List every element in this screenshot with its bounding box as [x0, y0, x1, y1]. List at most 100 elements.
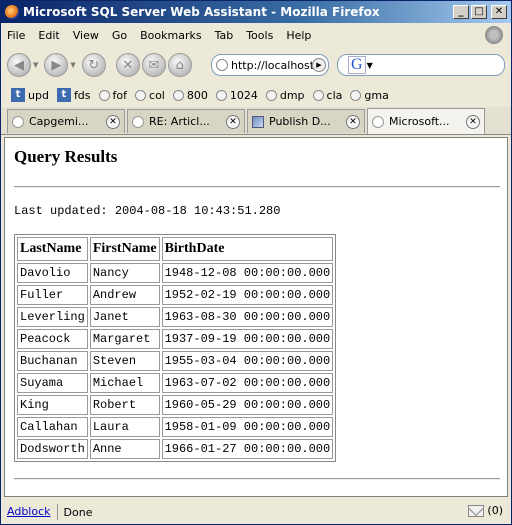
menu-tab[interactable]: Tab — [215, 29, 234, 42]
search-engine-dropdown-icon[interactable]: ▼ — [367, 61, 373, 70]
bookmark-1024[interactable]: 1024 — [215, 88, 258, 102]
bookmark-label: fof — [112, 88, 128, 102]
table-row: Dodsworth Anne 1966-01-27 00:00:00.000 — [17, 439, 334, 459]
status-bar: Adblock Done (0) — [1, 501, 511, 523]
table-row: Fuller Andrew 1952-02-19 00:00:00.000 — [17, 285, 334, 305]
bookmark-fds[interactable]: t fds — [56, 88, 91, 102]
menu-bookmarks[interactable]: Bookmarks — [140, 29, 201, 42]
menu-bar: File Edit View Go Bookmarks Tab Tools He… — [1, 25, 511, 45]
cell-birthdate: 1952-02-19 00:00:00.000 — [161, 285, 334, 305]
forward-icon[interactable]: ▶ — [44, 53, 69, 77]
browser-window: Microsoft SQL Server Web Assistant - Moz… — [0, 0, 512, 525]
stop-icon[interactable]: ✕ — [115, 53, 140, 77]
cell-birthdate: 1955-03-04 00:00:00.000 — [161, 351, 334, 371]
cell-firstname: Anne — [89, 439, 160, 459]
bookmark-fof[interactable]: fof — [98, 88, 128, 102]
home-icon[interactable]: ⌂ — [167, 53, 192, 77]
divider — [14, 478, 500, 480]
table-row: Davolio Nancy 1948-12-08 00:00:00.000 — [17, 263, 334, 283]
firefox-icon — [5, 5, 19, 19]
bookmark-label: 1024 — [229, 88, 258, 102]
t-bookmark-icon: t — [56, 88, 71, 102]
throbber-icon — [485, 26, 503, 44]
bookmark-gma[interactable]: gma — [350, 88, 389, 102]
tab-close-icon[interactable]: ✕ — [226, 114, 240, 129]
table-row: Callahan Laura 1958-01-09 00:00:00.000 — [17, 417, 334, 437]
cell-firstname: Janet — [89, 307, 160, 327]
cell-firstname: Margaret — [89, 329, 160, 349]
maximize-button[interactable]: □ — [471, 5, 487, 19]
bookmark-globe-icon — [98, 89, 110, 101]
cell-lastname: Peacock — [17, 329, 88, 349]
adblock-link[interactable]: Adblock — [1, 504, 58, 520]
tab-microsoft[interactable]: Microsoft... ✕ — [367, 108, 485, 134]
back-history-dropdown-icon[interactable]: ▼ — [33, 61, 38, 69]
mail-count: (0) — [487, 504, 503, 517]
last-updated-text: Last updated: 2004-08-18 10:43:51.280 — [14, 204, 281, 218]
tab-close-icon[interactable]: ✕ — [106, 114, 120, 129]
bookmark-col[interactable]: col — [135, 89, 165, 102]
google-search-engine-icon[interactable]: G — [348, 56, 366, 74]
bookmark-dmp[interactable]: dmp — [265, 89, 305, 102]
t-bookmark-icon: t — [11, 88, 25, 102]
cell-firstname: Michael — [89, 373, 160, 393]
tab-publish[interactable]: Publish D... ✕ — [247, 109, 365, 133]
address-bar[interactable]: http://localhost/ ▶ — [211, 54, 329, 76]
bookmark-globe-icon — [350, 89, 362, 101]
tab-re-article[interactable]: RE: Articl... ✕ — [127, 109, 245, 133]
bookmark-cla[interactable]: cla — [312, 89, 342, 102]
cell-lastname: Callahan — [17, 417, 88, 437]
url-text[interactable]: http://localhost/ — [231, 59, 318, 72]
mail-icon — [468, 504, 485, 517]
menu-view[interactable]: View — [73, 29, 99, 42]
cell-firstname: Robert — [89, 395, 160, 415]
close-button[interactable]: ✕ — [491, 5, 507, 19]
menu-help[interactable]: Help — [286, 29, 311, 42]
page-favicon-icon — [12, 115, 24, 128]
bookmark-800[interactable]: 800 — [172, 88, 208, 102]
mail-notifier[interactable]: (0) — [468, 504, 503, 517]
cell-birthdate: 1958-01-09 00:00:00.000 — [161, 417, 334, 437]
tab-close-icon[interactable]: ✕ — [346, 114, 360, 129]
reload-icon[interactable]: ↻ — [81, 53, 106, 77]
menu-tools[interactable]: Tools — [246, 29, 273, 42]
column-header-lastname: LastName — [17, 237, 88, 261]
tab-strip: Capgemi... ✕ RE: Articl... ✕ Publish D..… — [1, 107, 511, 135]
bookmark-upd[interactable]: t upd — [11, 88, 49, 102]
cell-firstname: Steven — [89, 351, 160, 371]
bookmark-globe-icon — [265, 89, 277, 101]
title-bar[interactable]: Microsoft SQL Server Web Assistant - Moz… — [1, 1, 511, 23]
bookmark-globe-icon — [135, 89, 147, 101]
tab-capgemini[interactable]: Capgemi... ✕ — [7, 109, 125, 133]
publish-favicon-icon — [252, 115, 264, 128]
menu-file[interactable]: File — [7, 29, 25, 42]
search-bar[interactable]: G ▼ — [337, 54, 505, 76]
menu-edit[interactable]: Edit — [38, 29, 59, 42]
page-favicon-icon — [132, 115, 144, 128]
cell-birthdate: 1966-01-27 00:00:00.000 — [161, 439, 334, 459]
back-icon[interactable]: ◀ — [7, 53, 31, 77]
cell-birthdate: 1963-07-02 00:00:00.000 — [161, 373, 334, 393]
cell-lastname: Davolio — [17, 263, 88, 283]
tab-label: Publish D... — [269, 115, 331, 128]
page-favicon-icon — [372, 115, 384, 128]
minimize-button[interactable]: _ — [453, 5, 469, 19]
tab-close-icon[interactable]: ✕ — [466, 114, 480, 129]
bookmark-label: gma — [364, 88, 389, 102]
cell-birthdate: 1948-12-08 00:00:00.000 — [161, 263, 334, 283]
results-table: LastName FirstName BirthDate Davolio Nan… — [14, 234, 337, 462]
status-text: Done — [63, 505, 93, 519]
bookmark-globe-icon — [312, 89, 324, 101]
mail-icon[interactable]: ✉ — [141, 53, 166, 77]
forward-history-dropdown-icon[interactable]: ▼ — [70, 61, 75, 69]
bookmarks-toolbar: t upd t fds fof col 800 1024 dmp cla gma — [1, 85, 511, 105]
cell-firstname: Laura — [89, 417, 160, 437]
bookmark-globe-icon — [215, 89, 227, 101]
bookmark-label: 800 — [186, 88, 208, 102]
menu-go[interactable]: Go — [112, 29, 127, 42]
bookmark-label: fds — [73, 88, 91, 102]
column-header-firstname: FirstName — [89, 237, 160, 261]
window-title: Microsoft SQL Server Web Assistant - Moz… — [23, 5, 380, 19]
divider — [14, 186, 500, 188]
go-icon[interactable]: ▶ — [312, 58, 326, 72]
